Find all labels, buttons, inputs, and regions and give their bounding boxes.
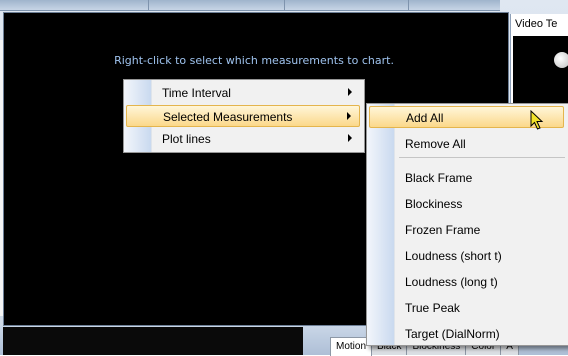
menu-item-label: Blockiness — [405, 197, 463, 211]
menu-item-label: Frozen Frame — [405, 223, 481, 237]
menu-item-label: Plot lines — [162, 132, 211, 146]
menu-item-black-frame[interactable]: Black Frame — [369, 167, 564, 187]
menu-item-label: Loudness (short t) — [405, 249, 502, 263]
measurements-submenu: Add All Remove All Black Frame Blockines… — [366, 103, 568, 346]
chart-context-menu: Time Interval Selected Measurements Plot… — [123, 79, 365, 153]
submenu-arrow-icon — [348, 88, 352, 96]
menu-item-blockiness[interactable]: Blockiness — [369, 193, 564, 213]
menu-item-plot-lines[interactable]: Plot lines — [126, 128, 360, 148]
mouse-cursor-icon — [530, 110, 544, 130]
toolbar-divider — [408, 0, 409, 10]
menu-item-target-dialnorm[interactable]: Target (DialNorm) — [369, 323, 564, 343]
top-toolbar-strip — [0, 0, 500, 11]
menu-item-remove-all[interactable]: Remove All — [369, 133, 564, 153]
menu-item-label: Target (DialNorm) — [405, 327, 500, 341]
toolbar-divider — [284, 0, 285, 10]
video-panel-title: Video Te — [515, 18, 558, 30]
menu-separator — [399, 157, 565, 158]
chart-hint-text: Right-click to select which measurements… — [114, 54, 394, 67]
menu-item-label: Add All — [406, 111, 444, 125]
menu-item-label: Selected Measurements — [163, 110, 293, 124]
menu-item-true-peak[interactable]: True Peak — [369, 297, 564, 317]
toolbar-divider — [148, 0, 149, 10]
menu-item-label: True Peak — [405, 301, 460, 315]
submenu-arrow-icon — [348, 134, 352, 142]
menu-item-label: Time Interval — [162, 86, 231, 100]
submenu-arrow-icon — [347, 112, 351, 120]
menu-item-time-interval[interactable]: Time Interval — [126, 82, 360, 102]
menu-item-label: Loudness (long t) — [405, 275, 498, 289]
video-spot-icon — [554, 52, 568, 68]
menu-item-label: Remove All — [405, 137, 466, 151]
menu-item-selected-measurements[interactable]: Selected Measurements — [126, 105, 360, 127]
menu-item-loudness-long[interactable]: Loudness (long t) — [369, 271, 564, 291]
menu-item-loudness-short[interactable]: Loudness (short t) — [369, 245, 564, 265]
menu-item-frozen-frame[interactable]: Frozen Frame — [369, 219, 564, 239]
bottom-chart-area — [3, 327, 303, 355]
menu-item-label: Black Frame — [405, 171, 473, 185]
